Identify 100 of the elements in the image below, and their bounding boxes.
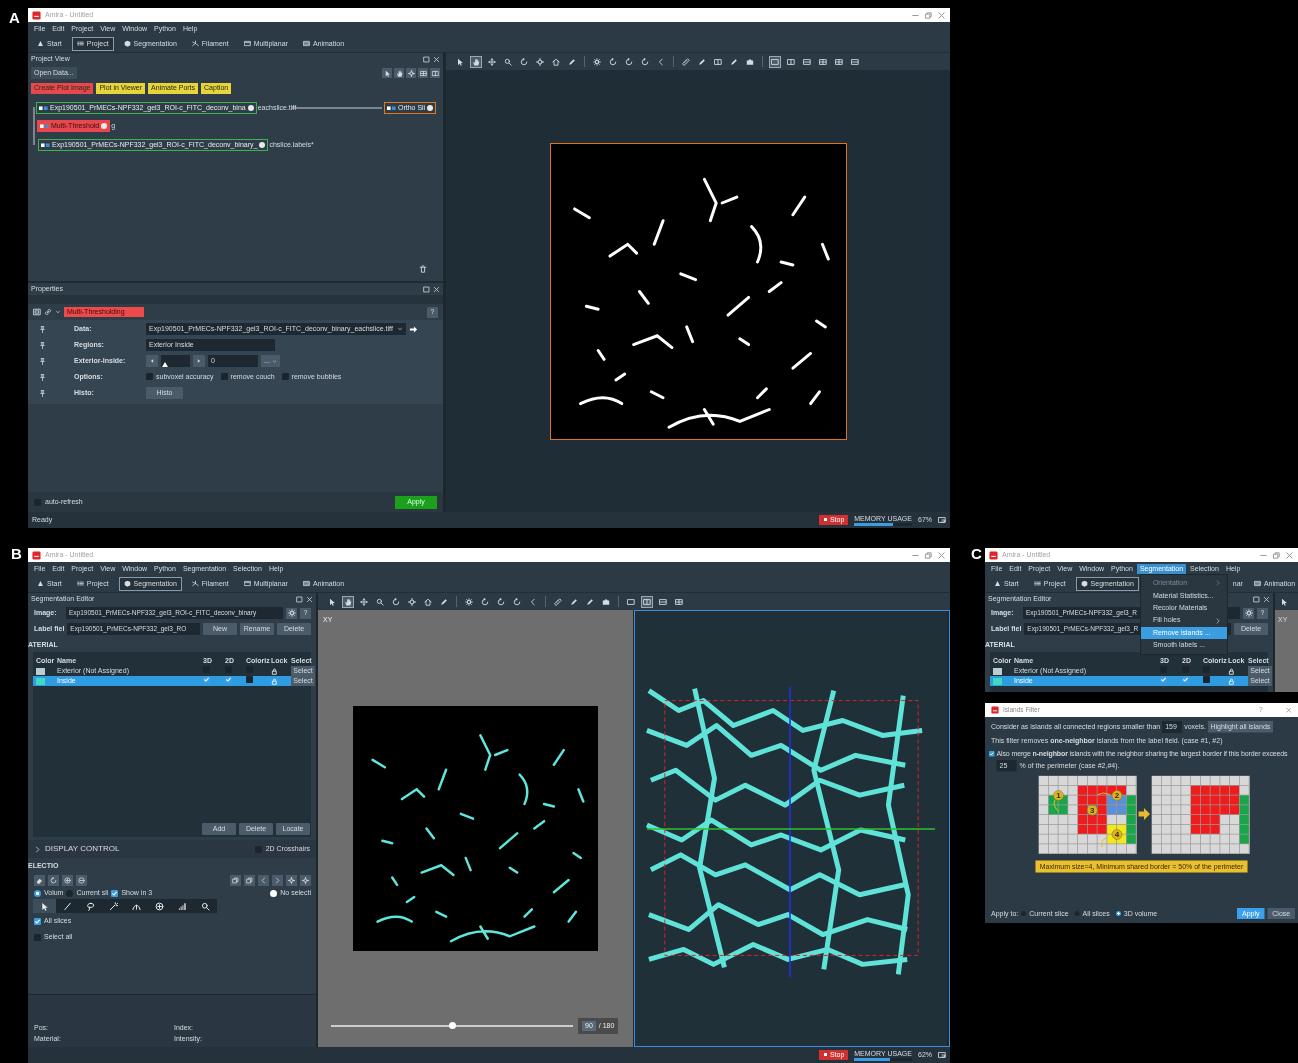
ruler-icon xyxy=(554,597,562,606)
layout-icon xyxy=(787,57,795,66)
rotate-icon xyxy=(392,597,400,606)
house-icon xyxy=(424,597,432,606)
toolbar-button[interactable] xyxy=(495,595,507,608)
toolbar-button[interactable] xyxy=(463,595,475,608)
settings-button[interactable] xyxy=(1243,607,1254,619)
crosshair-icon xyxy=(288,876,295,884)
window-icon xyxy=(243,40,251,48)
lock-icon xyxy=(271,667,278,675)
node-type-icon xyxy=(387,105,396,111)
toolbar-button[interactable] xyxy=(486,55,498,68)
cube-icon xyxy=(123,40,131,48)
toolbar-button[interactable] xyxy=(641,595,653,608)
toolbar-button[interactable] xyxy=(406,595,418,608)
toolbar-button[interactable] xyxy=(418,68,428,79)
checkbox[interactable] xyxy=(34,917,41,925)
close-icon[interactable] xyxy=(1285,550,1294,560)
checkbox[interactable] xyxy=(1182,676,1189,684)
settings-icon xyxy=(287,609,296,617)
tool-tab[interactable] xyxy=(33,899,56,913)
tool-button[interactable] xyxy=(76,874,87,886)
toolbar-button[interactable] xyxy=(390,595,402,608)
connector-line xyxy=(33,106,35,145)
toolbar-button[interactable] xyxy=(358,595,370,608)
toolbar-button[interactable] xyxy=(479,595,491,608)
checkbox[interactable] xyxy=(220,373,228,381)
tool-tab[interactable] xyxy=(194,899,217,913)
radio-button[interactable] xyxy=(34,889,41,897)
tool-button[interactable] xyxy=(300,874,311,886)
crosshair-icon xyxy=(536,57,544,66)
toolbar-button[interactable] xyxy=(552,595,564,608)
node-type-icon xyxy=(41,142,50,148)
toolbar-button[interactable] xyxy=(639,55,651,68)
toolbar-button[interactable] xyxy=(382,68,392,79)
section-title: DISPLAY CONTROL xyxy=(45,844,120,854)
toolbar-button[interactable] xyxy=(518,55,530,68)
checkbox[interactable] xyxy=(1203,676,1210,684)
window-icon[interactable] xyxy=(938,516,946,524)
checkbox[interactable] xyxy=(281,373,289,381)
close-icon[interactable] xyxy=(937,10,946,20)
histogram-icon xyxy=(178,901,187,911)
checkbox[interactable] xyxy=(989,751,995,757)
arrow-icon[interactable] xyxy=(409,324,418,334)
port-icon xyxy=(247,104,254,111)
window-icon[interactable] xyxy=(938,1051,946,1059)
step-button[interactable] xyxy=(146,355,158,367)
toggle[interactable] xyxy=(270,889,278,897)
toolbar-button[interactable] xyxy=(342,595,354,608)
radio-button[interactable] xyxy=(1021,911,1027,916)
toolbar-button[interactable] xyxy=(470,55,482,68)
radio-button[interactable] xyxy=(66,889,74,897)
checkbox[interactable] xyxy=(1160,676,1167,684)
slider-thumb[interactable] xyxy=(162,362,169,367)
rotate-icon xyxy=(513,597,521,606)
tool-button[interactable] xyxy=(230,874,241,886)
toolbar-button[interactable] xyxy=(394,68,404,79)
toolbar-button[interactable] xyxy=(623,55,635,68)
toolbar-button[interactable] xyxy=(591,55,603,68)
tool-button[interactable] xyxy=(48,874,59,886)
toolbar-button[interactable] xyxy=(511,595,523,608)
checkbox[interactable] xyxy=(34,933,41,941)
checkbox[interactable] xyxy=(111,889,119,897)
film-icon xyxy=(302,580,310,588)
checkbox[interactable] xyxy=(225,676,232,684)
toolbar-button[interactable] xyxy=(680,55,692,68)
layout-icon xyxy=(627,597,635,606)
pointer-icon xyxy=(1280,597,1288,606)
gear-icon xyxy=(593,57,601,66)
triangle-icon xyxy=(37,580,44,588)
slider-thumb[interactable] xyxy=(448,1021,456,1029)
pen-icon xyxy=(730,57,738,66)
toolbar-button[interactable] xyxy=(769,55,781,68)
case-marker: 3 xyxy=(1087,805,1098,816)
trash-icon[interactable] xyxy=(419,265,427,273)
toolbar-button[interactable] xyxy=(607,55,619,68)
layout-icon xyxy=(419,69,427,77)
settings-button[interactable] xyxy=(286,607,297,619)
tool-button[interactable] xyxy=(272,874,283,886)
pin-icon xyxy=(39,389,46,397)
radio-button[interactable] xyxy=(1074,911,1080,916)
checkbox[interactable] xyxy=(146,373,153,381)
magnifier-icon xyxy=(376,597,384,606)
toolbar-button[interactable] xyxy=(534,55,546,68)
caret-icon xyxy=(397,326,403,332)
close-icon[interactable] xyxy=(937,550,946,560)
tool-button[interactable] xyxy=(286,874,297,886)
toolbar-button[interactable] xyxy=(430,68,440,79)
port-icon xyxy=(427,104,434,111)
step-button[interactable] xyxy=(193,355,205,367)
tool-button[interactable] xyxy=(62,874,73,886)
crosshair-icon xyxy=(407,69,415,77)
tool-button[interactable] xyxy=(258,874,269,886)
toolbar-button[interactable] xyxy=(406,68,416,79)
tool-button[interactable] xyxy=(244,874,255,886)
tool-button[interactable] xyxy=(34,874,45,886)
radio-button[interactable] xyxy=(1115,911,1121,916)
lasso-icon xyxy=(86,901,95,911)
checkbox[interactable] xyxy=(203,676,210,684)
checkbox[interactable] xyxy=(246,676,253,684)
